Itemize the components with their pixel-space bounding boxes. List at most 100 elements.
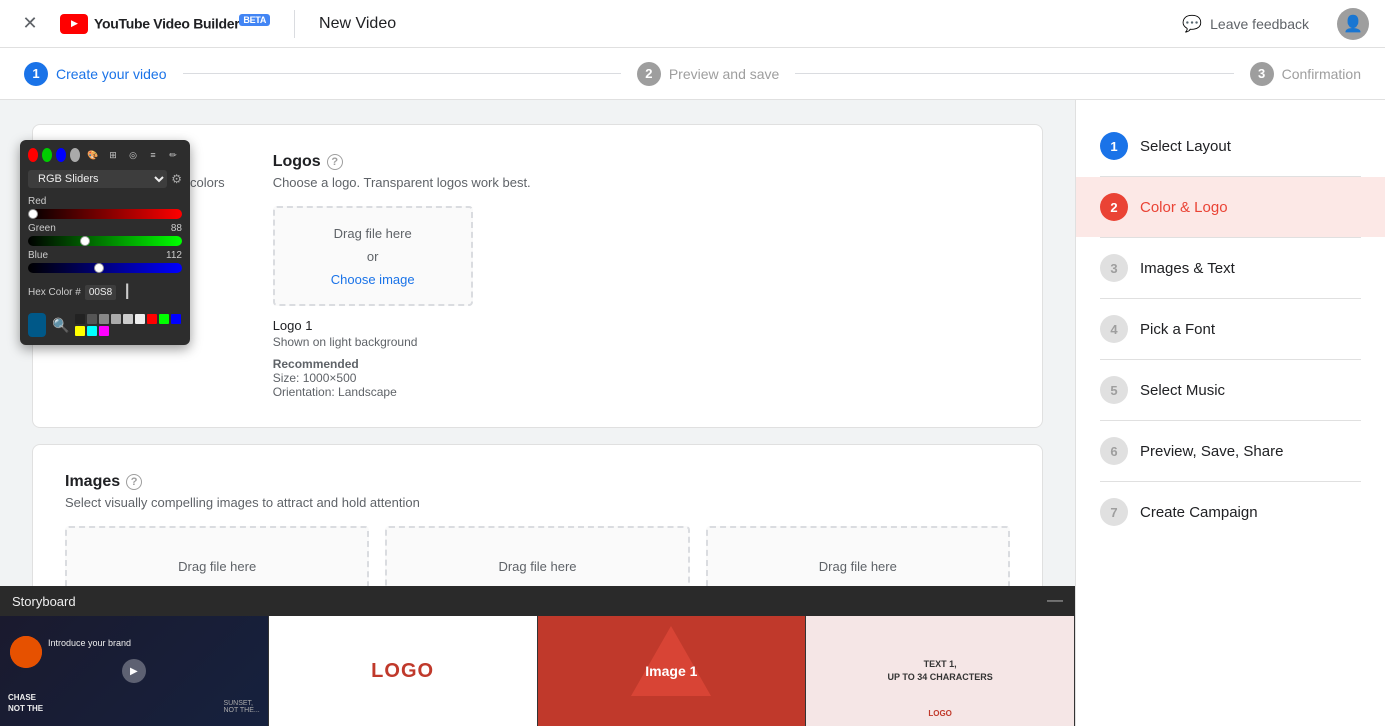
sidebar-item-preview-save[interactable]: 6 Preview, Save, Share (1076, 421, 1385, 481)
green-label: Green (28, 223, 56, 234)
swatch-11[interactable] (87, 326, 97, 336)
close-button[interactable]: ✕ (16, 10, 44, 38)
step-2-number: 2 (637, 62, 661, 86)
sidebar-item-pick-font[interactable]: 4 Pick a Font (1076, 299, 1385, 359)
brand-logos-row: Brand colors ? Select your preferred col… (65, 153, 1010, 399)
frame-0-inner: Introduce your brand ▶ CHASENOT THE SUNS… (0, 616, 268, 726)
swatch-5[interactable] (123, 314, 133, 324)
slider-icon[interactable]: ≡ (144, 148, 162, 162)
frame-3-logo: LOGO (928, 709, 952, 718)
palette-icon[interactable]: 🎨 (84, 148, 102, 162)
yt-icon (60, 14, 88, 34)
step-2[interactable]: 2 Preview and save (637, 62, 780, 86)
avatar[interactable]: 👤 (1337, 8, 1369, 40)
red-slider-row: Red (28, 196, 182, 219)
color-dot-blue (56, 148, 66, 162)
swatch-7[interactable] (147, 314, 157, 324)
frame-0-avatar (10, 636, 42, 668)
step-3[interactable]: 3 Confirmation (1250, 62, 1361, 86)
swatch-3[interactable] (99, 314, 109, 324)
play-button-icon[interactable]: ▶ (122, 659, 146, 683)
sidebar-step-4-num: 4 (1100, 315, 1128, 343)
logo-frame-text: LOGO (371, 660, 434, 683)
scrollable-content: Brand colors ? Select your preferred col… (0, 100, 1075, 659)
swatch-12[interactable] (99, 326, 109, 336)
logo-desc: Shown on light background (273, 335, 1010, 349)
images-subtitle: Select visually compelling images to att… (65, 495, 1010, 510)
green-slider[interactable] (28, 236, 182, 246)
color-preview (28, 313, 46, 337)
swatch-9[interactable] (171, 314, 181, 324)
sidebar-step-7-num: 7 (1100, 498, 1128, 526)
red-slider[interactable] (28, 209, 182, 219)
gear-icon[interactable]: ⚙ (171, 172, 182, 186)
swatch-2[interactable] (87, 314, 97, 324)
swatch-4[interactable] (111, 314, 121, 324)
rgb-mode-select[interactable]: RGB Sliders (28, 170, 167, 188)
logo-drop-zone[interactable]: Drag file here or Choose image (273, 206, 473, 306)
sidebar-item-1-label: Select Layout (1140, 138, 1231, 155)
page-title: New Video (319, 15, 396, 33)
blue-label: Blue (28, 250, 48, 261)
storyboard-frame-1[interactable]: LOGO (269, 616, 538, 726)
popup-toolbar: 🎨 ⊞ ◎ ≡ ✏ (28, 148, 182, 162)
feedback-button[interactable]: 💬 Leave feedback (1170, 8, 1321, 40)
content-area: Brand colors ? Select your preferred col… (0, 100, 1075, 726)
red-thumb (28, 209, 38, 219)
grid-icon[interactable]: ⊞ (104, 148, 122, 162)
logos-title: Logos ? (273, 153, 1010, 171)
storyboard-frame-0[interactable]: Introduce your brand ▶ CHASENOT THE SUNS… (0, 616, 269, 726)
sidebar-step-2-num: 2 (1100, 193, 1128, 221)
brand-logo: YouTube Video BuilderBETA (60, 14, 270, 34)
sidebar-item-6-label: Preview, Save, Share (1140, 443, 1283, 460)
sidebar-item-color-logo[interactable]: 2 Color & Logo (1076, 177, 1385, 237)
hex-row: Hex Color # 00S8 I (28, 279, 182, 305)
sidebar-item-images-text[interactable]: 3 Images & Text (1076, 238, 1385, 298)
images-info[interactable]: ? (126, 474, 142, 490)
swatch-8[interactable] (159, 314, 169, 324)
logo-recommended: Recommended Size: 1000×500 Orientation: … (273, 357, 1010, 399)
storyboard: Storyboard — Introduce your brand ▶ CHAS… (0, 586, 1075, 726)
step-2-label: Preview and save (669, 66, 780, 82)
blue-slider[interactable] (28, 263, 182, 273)
sidebar-item-create-campaign[interactable]: 7 Create Campaign (1076, 482, 1385, 542)
feedback-icon: 💬 (1182, 14, 1202, 34)
swatch-1[interactable] (75, 314, 85, 324)
popup-select-row: RGB Sliders ⚙ (28, 170, 182, 188)
swatch-10[interactable] (75, 326, 85, 336)
brand-colors-section: Brand colors ? Select your preferred col… (65, 153, 225, 277)
sidebar-item-select-layout[interactable]: 1 Select Layout (1076, 116, 1385, 176)
youtube-logo (60, 14, 88, 34)
green-value: 88 (171, 223, 182, 234)
blue-value: 112 (166, 250, 182, 261)
blue-slider-row: Blue 112 (28, 250, 182, 273)
step-1[interactable]: 1 Create your video (24, 62, 167, 86)
storyboard-frames: Introduce your brand ▶ CHASENOT THE SUNS… (0, 616, 1075, 726)
logo-orientation: Orientation: Landscape (273, 385, 397, 399)
storyboard-frame-2[interactable]: Image 1 (538, 616, 807, 726)
wheel-icon[interactable]: ◎ (124, 148, 142, 162)
frame-0-text2: CHASENOT THE (8, 693, 43, 714)
color-dot-green (42, 148, 52, 162)
frame-2-inner: Image 1 (538, 616, 806, 726)
sidebar-item-select-music[interactable]: 5 Select Music (1076, 360, 1385, 420)
pencil2-icon[interactable]: ✏ (164, 148, 182, 162)
sidebar-step-3-num: 3 (1100, 254, 1128, 282)
swatch-6[interactable] (135, 314, 145, 324)
storyboard-frame-3[interactable]: TEXT 1,UP TO 34 CHARACTERS LOGO (806, 616, 1075, 726)
eyedropper-icon[interactable]: 🔍 (52, 317, 69, 334)
storyboard-title: Storyboard (12, 594, 76, 609)
minimize-button[interactable]: — (1047, 592, 1063, 610)
frame-2-triangle (631, 626, 711, 696)
drop-or: or (367, 249, 379, 264)
sidebar-step-5-num: 5 (1100, 376, 1128, 404)
choose-image-link[interactable]: Choose image (331, 272, 415, 287)
logo-name: Logo 1 (273, 318, 1010, 333)
frame-3-inner: TEXT 1,UP TO 34 CHARACTERS LOGO (806, 616, 1074, 726)
images-title: Images ? (65, 473, 1010, 491)
brand-name: YouTube Video BuilderBETA (94, 15, 270, 32)
logos-subtitle: Choose a logo. Transparent logos work be… (273, 175, 1010, 190)
blue-thumb (94, 263, 104, 273)
logos-info[interactable]: ? (327, 154, 343, 170)
step-connector-2 (795, 73, 1233, 74)
